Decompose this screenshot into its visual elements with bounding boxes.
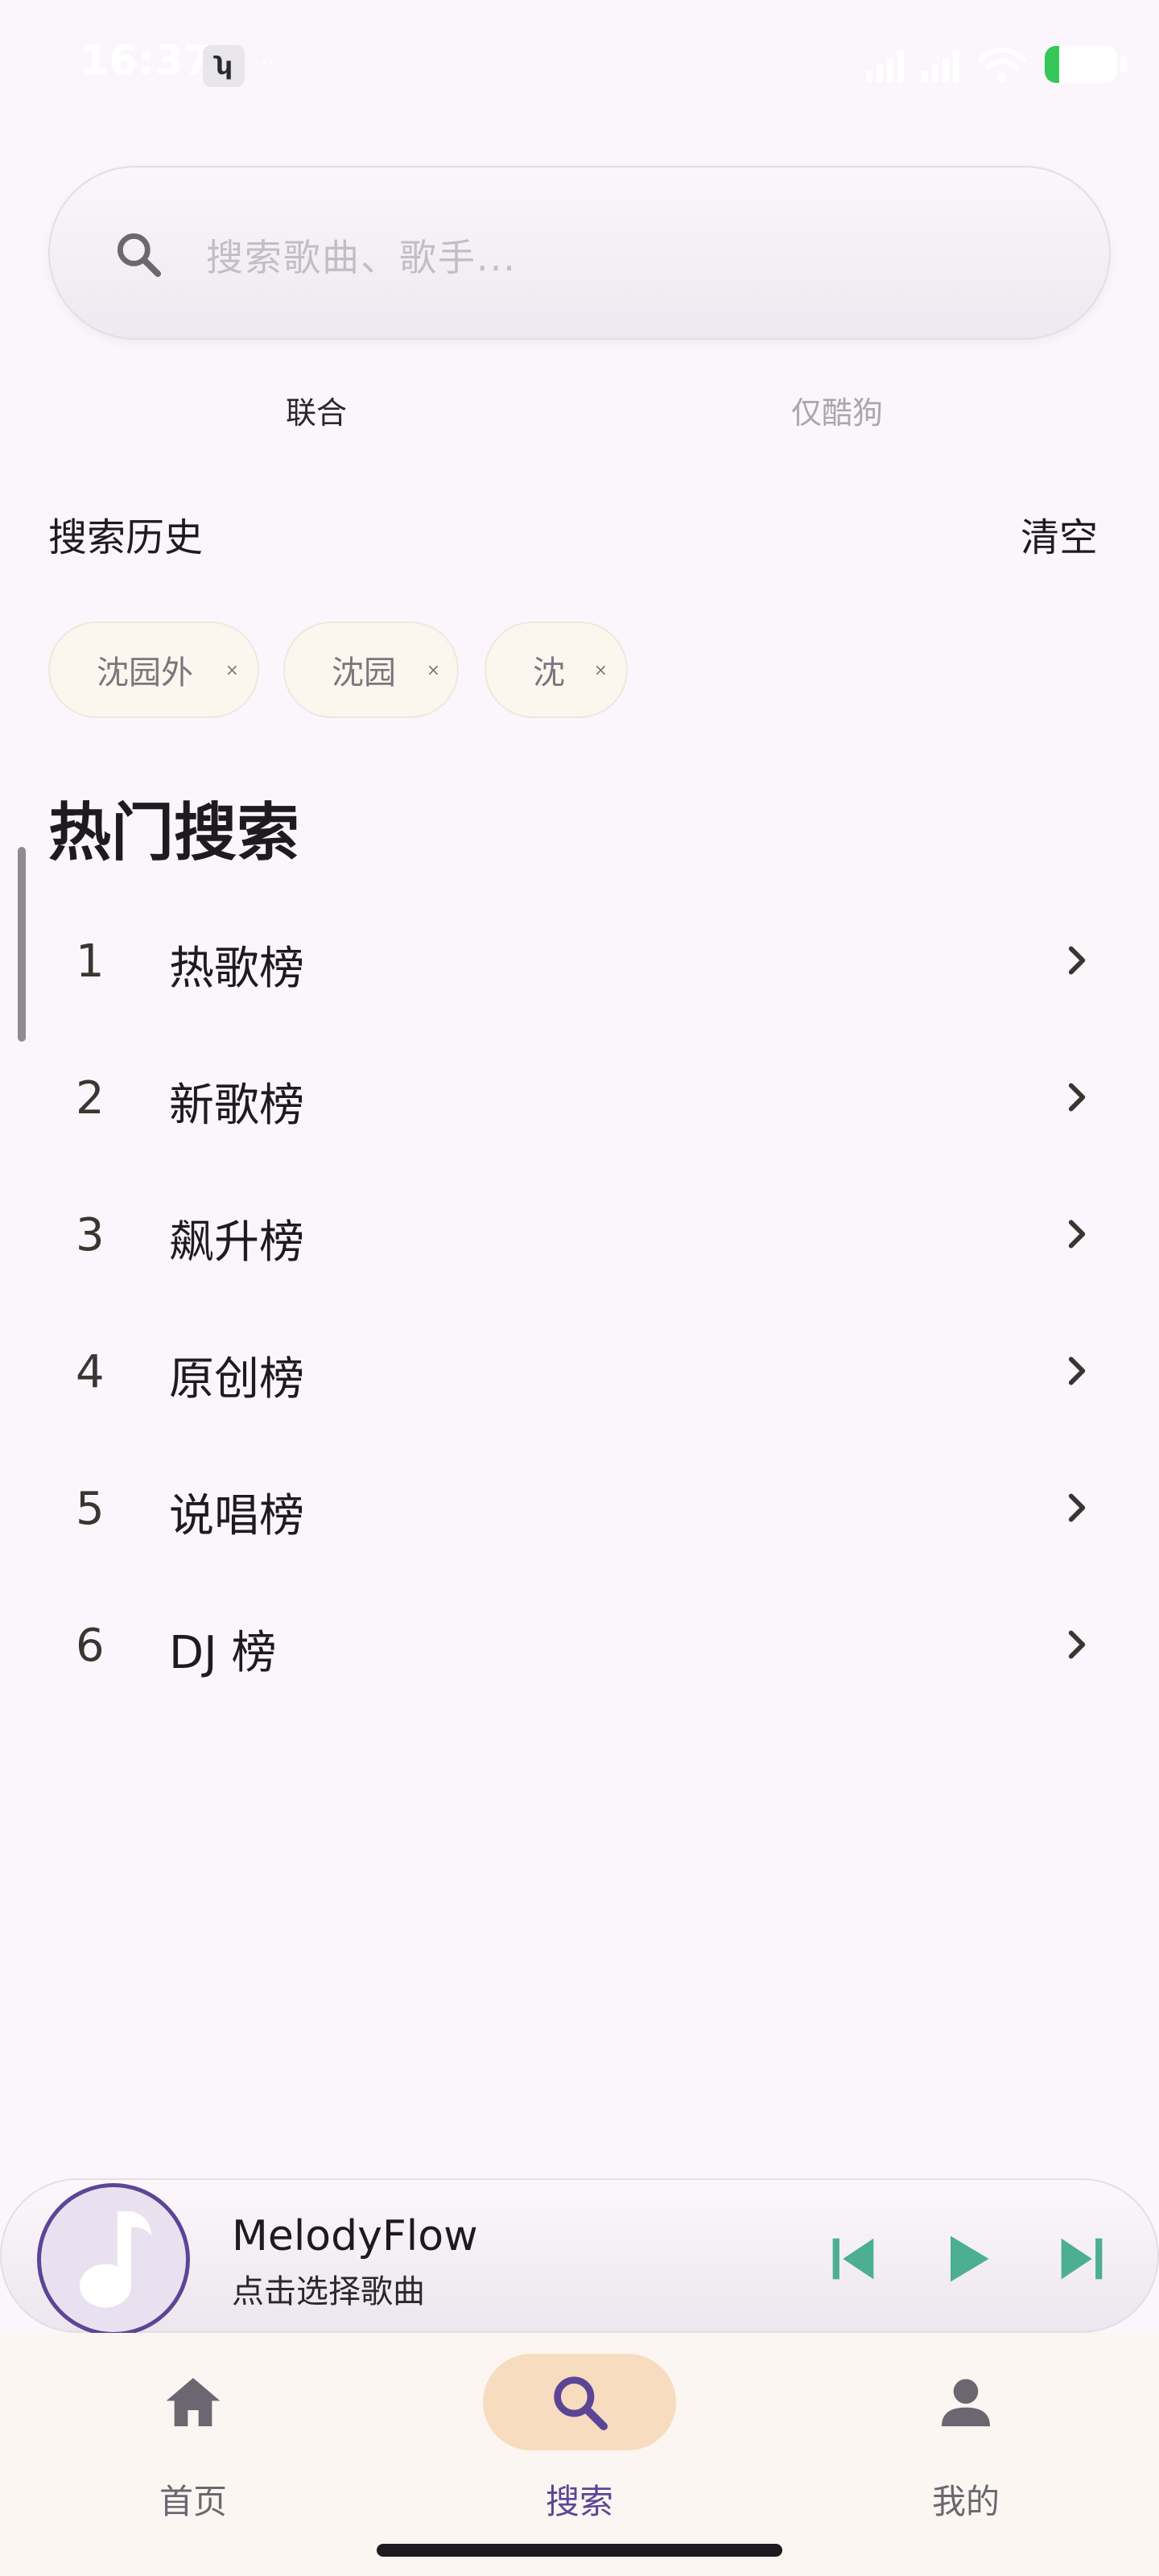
history-chip[interactable]: 沈 ×	[485, 621, 628, 718]
person-icon	[942, 2379, 990, 2426]
chevron-right-icon	[1068, 1083, 1086, 1112]
mini-player[interactable]: MelodyFlow 点击选择歌曲	[0, 2178, 1159, 2336]
chart-name: 说唱榜	[169, 1490, 304, 1542]
nav-label-home: 首页	[159, 2482, 227, 2521]
close-icon[interactable]: ×	[225, 660, 239, 679]
skip-previous-button[interactable]	[823, 2228, 884, 2289]
chart-name: 新歌榜	[169, 1080, 304, 1132]
chevron-right-icon	[1068, 1630, 1086, 1659]
history-chip-label: 沈	[533, 654, 565, 691]
nav-item-search[interactable]: 搜索	[386, 2333, 773, 2542]
search-icon	[554, 2376, 608, 2430]
history-chip[interactable]: 沈园外 ×	[48, 621, 259, 718]
nav-item-home[interactable]: 首页	[0, 2333, 386, 2542]
chart-name: 原创榜	[169, 1353, 304, 1406]
chevron-right-icon	[1068, 946, 1086, 975]
home-indicator[interactable]	[377, 2544, 782, 2557]
hot-search-title: 热门搜索	[48, 797, 300, 869]
album-art[interactable]	[37, 2183, 190, 2336]
search-placeholder: 搜索歌曲、歌手...	[206, 236, 517, 279]
chart-rank: 3	[76, 1209, 105, 1261]
chart-rank: 2	[76, 1072, 105, 1125]
status-overflow-dots: ···	[254, 52, 274, 76]
chart-name: 飙升榜	[169, 1216, 304, 1269]
signal-icon	[866, 47, 904, 82]
nav-item-profile[interactable]: 我的	[773, 2333, 1159, 2542]
battery-icon	[1045, 46, 1117, 83]
player-subtitle: 点击选择歌曲	[232, 2273, 425, 2310]
chart-rank: 4	[76, 1346, 105, 1398]
chevron-right-icon	[1068, 1493, 1086, 1522]
battery-tip	[1120, 56, 1127, 72]
chart-rank: 5	[76, 1483, 105, 1535]
history-chip[interactable]: 沈园 ×	[283, 621, 459, 718]
chart-rank: 6	[76, 1620, 105, 1672]
search-screen: 16:37 ʮ ··· 搜索歌曲、歌手... 联合 仅酷狗 搜索历史 清空 沈园…	[0, 0, 1159, 2576]
chevron-right-icon	[1068, 1356, 1086, 1385]
bottom-navigation: 首页 搜索 我的	[0, 2333, 1159, 2576]
search-icon	[117, 233, 162, 278]
history-chip-label: 沈园	[332, 654, 396, 691]
tab-kugou-only[interactable]: 仅酷狗	[791, 388, 883, 432]
chart-row[interactable]: 5 说唱榜	[48, 1439, 1111, 1576]
status-time: 16:37	[80, 37, 213, 84]
history-chip-label: 沈园外	[97, 654, 193, 691]
chart-name: 热歌榜	[169, 943, 304, 995]
wifi-icon	[978, 47, 1026, 82]
chart-name: DJ 榜	[169, 1627, 277, 1679]
close-icon[interactable]: ×	[427, 660, 440, 679]
search-input[interactable]: 搜索歌曲、歌手...	[48, 166, 1111, 340]
home-icon	[166, 2378, 221, 2426]
chart-rank: 1	[76, 935, 105, 988]
status-indicators	[866, 42, 1127, 87]
chart-row[interactable]: 4 原创榜	[48, 1302, 1111, 1439]
chart-row[interactable]: 6 DJ 榜	[48, 1576, 1111, 1713]
chart-row[interactable]: 1 热歌榜	[48, 892, 1111, 1029]
play-button[interactable]	[935, 2228, 996, 2289]
chart-row[interactable]: 3 飙升榜	[48, 1166, 1111, 1302]
music-note-icon	[80, 2211, 152, 2308]
tab-union[interactable]: 联合	[286, 388, 347, 432]
nav-label-profile: 我的	[931, 2482, 1000, 2521]
nav-label-search: 搜索	[545, 2482, 613, 2521]
chart-row[interactable]: 2 新歌榜	[48, 1029, 1111, 1166]
skip-next-button[interactable]	[1051, 2228, 1112, 2289]
clear-history-button[interactable]: 清空	[1021, 506, 1098, 562]
player-title: MelodyFlow	[232, 2212, 478, 2260]
search-history-title: 搜索历史	[48, 515, 204, 560]
signal-icon	[922, 47, 959, 82]
sync-badge-icon: ʮ	[203, 45, 245, 87]
scroll-indicator	[18, 847, 26, 1042]
status-bar: 16:37 ʮ ···	[0, 0, 1159, 129]
chevron-right-icon	[1068, 1220, 1086, 1249]
close-icon[interactable]: ×	[594, 660, 608, 679]
